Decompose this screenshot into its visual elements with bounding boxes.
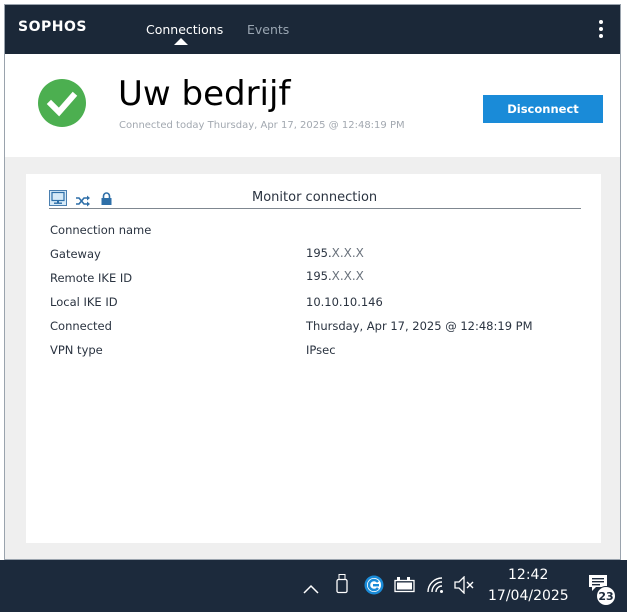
clock-date[interactable]: 17/04/2025 xyxy=(488,588,569,604)
sophos-connect-window: SOPHOS Connections Events Uw bedrijf Con… xyxy=(4,4,621,560)
remote-ike-prefix: 195. xyxy=(306,269,332,283)
usb-drive-icon[interactable] xyxy=(336,574,348,598)
top-navigation-bar: SOPHOS Connections Events xyxy=(5,5,620,54)
panel-divider xyxy=(49,208,581,209)
disconnect-button[interactable]: Disconnect xyxy=(483,95,603,123)
battery-icon[interactable] xyxy=(394,577,416,597)
speaker-muted-icon[interactable] xyxy=(454,575,476,598)
monitor-icon[interactable] xyxy=(49,190,67,210)
more-options-icon[interactable] xyxy=(598,20,604,40)
wifi-icon[interactable] xyxy=(426,577,446,597)
gateway-masked: X.X.X xyxy=(331,246,364,260)
tab-connections[interactable]: Connections xyxy=(146,22,223,45)
row-label-local-ike-id: Local IKE ID xyxy=(50,295,118,309)
lock-icon[interactable] xyxy=(101,190,112,209)
row-value-remote-ike-id: 195.X.X.X xyxy=(306,269,364,283)
windows-taskbar: 12:42 17/04/2025 23 xyxy=(0,560,627,612)
check-circle-icon xyxy=(38,79,86,127)
gateway-prefix: 195. xyxy=(306,246,332,260)
chevron-up-icon[interactable] xyxy=(303,579,319,598)
row-label-gateway: Gateway xyxy=(50,247,101,261)
row-label-connected: Connected xyxy=(50,319,112,333)
remote-ike-masked: X.X.X xyxy=(331,269,364,283)
connection-title: Uw bedrijf xyxy=(118,74,291,114)
row-label-vpn-type: VPN type xyxy=(50,343,103,357)
monitor-connection-panel: Monitor connection Connection name Gatew… xyxy=(26,174,601,543)
row-value-vpn-type: IPsec xyxy=(306,343,336,357)
sophos-logo: SOPHOS xyxy=(18,19,87,35)
row-value-local-ike-id: 10.10.10.146 xyxy=(306,295,383,309)
tab-events[interactable]: Events xyxy=(247,22,289,37)
row-value-connected: Thursday, Apr 17, 2025 @ 12:48:19 PM xyxy=(306,319,533,333)
connected-timestamp: Connected today Thursday, Apr 17, 2025 @… xyxy=(119,120,405,131)
row-label-connection-name: Connection name xyxy=(50,223,152,237)
connection-header: Uw bedrijf Connected today Thursday, Apr… xyxy=(5,54,620,157)
vpn-client-icon[interactable] xyxy=(364,575,384,599)
clock-time[interactable]: 12:42 xyxy=(508,567,548,583)
monitor-connection-title: Monitor connection xyxy=(252,190,378,205)
row-value-gateway: 195.X.X.X xyxy=(306,246,364,260)
row-label-remote-ike-id: Remote IKE ID xyxy=(50,271,133,285)
notification-count-badge[interactable]: 23 xyxy=(596,586,616,606)
